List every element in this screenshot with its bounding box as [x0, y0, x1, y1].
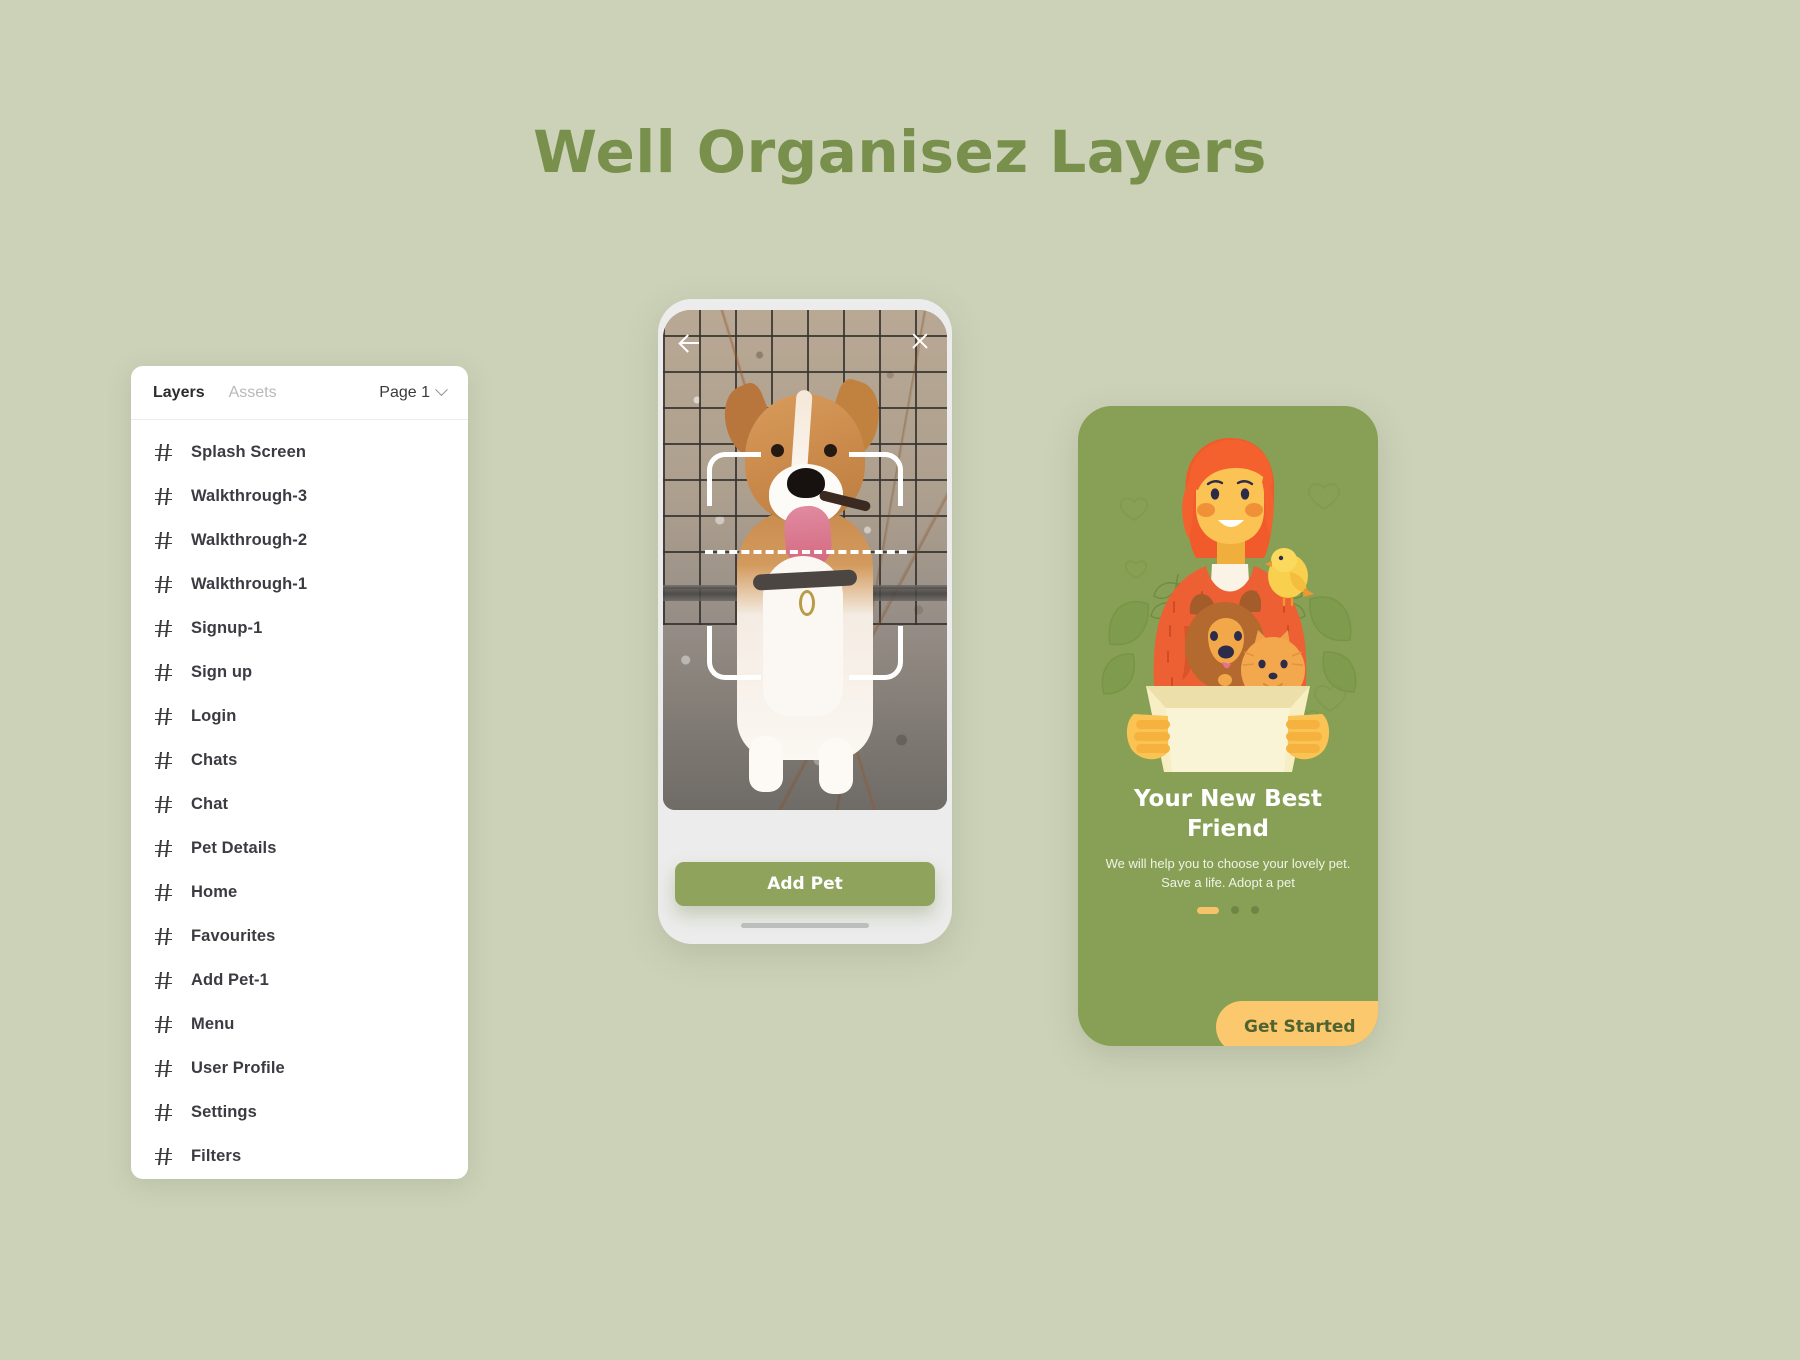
layer-row[interactable]: Settings: [131, 1090, 468, 1134]
layer-row[interactable]: Walkthrough-3: [131, 474, 468, 518]
layers-list: Splash Screen Walkthrough-3 Walkthrough-2 W…: [131, 420, 468, 1178]
layer-row[interactable]: Menu: [131, 1002, 468, 1046]
layer-row-label: User Profile: [191, 1058, 285, 1077]
layer-row[interactable]: Pet Details: [131, 826, 468, 870]
page-indicator-dot[interactable]: [1197, 906, 1219, 914]
tab-assets[interactable]: Assets: [229, 384, 277, 402]
layer-row-label: Splash Screen: [191, 442, 307, 461]
hash-icon: [155, 532, 172, 549]
woman-holding-box-with-pets-illustration: [1101, 438, 1357, 772]
phone-mockup-add-pet: Add Pet: [658, 299, 952, 944]
page-indicator-dot[interactable]: [1251, 906, 1259, 914]
layer-row-label: Walkthrough-1: [191, 574, 308, 593]
layer-row-label: Sign up: [191, 662, 253, 681]
layers-panel: Layers Assets Page 1 Splash Screen Walkth…: [131, 366, 468, 1179]
layer-row-label: Signup-1: [191, 618, 263, 637]
scan-frame-corner-bottom-left: [707, 626, 761, 680]
hash-icon: [155, 620, 172, 637]
dog-subject: [707, 360, 903, 810]
hash-icon: [155, 1016, 172, 1033]
scan-line: [705, 550, 907, 554]
page-selector-label: Page 1: [379, 383, 430, 401]
layer-row[interactable]: Walkthrough-1: [131, 562, 468, 606]
hash-icon: [155, 576, 172, 593]
hash-icon: [155, 840, 172, 857]
hash-icon: [155, 928, 172, 945]
hash-icon: [155, 1060, 172, 1077]
hash-icon: [155, 708, 172, 725]
hash-icon: [155, 1104, 172, 1121]
page-title: Well Organisez Layers: [533, 118, 1267, 186]
arrow-left-icon[interactable]: [679, 332, 701, 354]
layer-row-label: Chats: [191, 750, 238, 769]
hash-icon: [155, 444, 172, 461]
layer-row[interactable]: Splash Screen: [131, 430, 468, 474]
layer-row-label: Settings: [191, 1102, 257, 1121]
layer-row-label: Add Pet-1: [191, 970, 269, 989]
layer-row[interactable]: Signup-1: [131, 606, 468, 650]
layer-row[interactable]: Login: [131, 694, 468, 738]
dog-photo: [663, 310, 947, 810]
layer-row[interactable]: Sign up: [131, 650, 468, 694]
tab-layers[interactable]: Layers: [153, 384, 205, 402]
layer-row[interactable]: Add Pet-1: [131, 958, 468, 1002]
layer-row-label: Pet Details: [191, 838, 277, 857]
add-pet-button[interactable]: Add Pet: [675, 862, 935, 906]
page-indicator-dot[interactable]: [1231, 906, 1239, 914]
layer-row[interactable]: Favourites: [131, 914, 468, 958]
layer-row[interactable]: Walkthrough-2: [131, 518, 468, 562]
hash-icon: [155, 796, 172, 813]
layer-row[interactable]: Home: [131, 870, 468, 914]
layer-row-label: Walkthrough-2: [191, 530, 308, 549]
scan-frame-corner-top-left: [707, 452, 761, 506]
layer-row-label: Chat: [191, 794, 229, 813]
layer-row-label: Home: [191, 882, 238, 901]
onboarding-subtitle: We will help you to choose your lovely p…: [1105, 856, 1351, 890]
close-icon[interactable]: [909, 330, 931, 352]
layer-row-label: Favourites: [191, 926, 276, 945]
page-indicator-dots[interactable]: [1078, 906, 1378, 914]
scan-frame-corner-top-right: [849, 452, 903, 506]
hash-icon: [155, 752, 172, 769]
hash-icon: [155, 488, 172, 505]
layer-row-label: Filters: [191, 1146, 242, 1165]
hash-icon: [155, 972, 172, 989]
home-indicator: [741, 923, 869, 928]
get-started-button[interactable]: Get Started: [1216, 1001, 1378, 1046]
layer-row-label: Walkthrough-3: [191, 486, 308, 505]
layer-row[interactable]: User Profile: [131, 1046, 468, 1090]
layer-row-label: Login: [191, 706, 237, 725]
hash-icon: [155, 664, 172, 681]
onboarding-title: Your New Best Friend: [1134, 786, 1322, 842]
hash-icon: [155, 884, 172, 901]
phone-mockup-onboarding: Your New Best Friend We will help you to…: [1078, 406, 1378, 1046]
chevron-down-icon: [435, 383, 448, 397]
layer-row-label: Menu: [191, 1014, 235, 1033]
layers-panel-header: Layers Assets Page 1: [131, 366, 468, 420]
layer-row[interactable]: Chats: [131, 738, 468, 782]
layer-row[interactable]: Chat: [131, 782, 468, 826]
layer-row[interactable]: Filters: [131, 1134, 468, 1178]
page-selector-dropdown[interactable]: Page 1: [379, 383, 448, 402]
hash-icon: [155, 1148, 172, 1165]
scan-frame-corner-bottom-right: [849, 626, 903, 680]
